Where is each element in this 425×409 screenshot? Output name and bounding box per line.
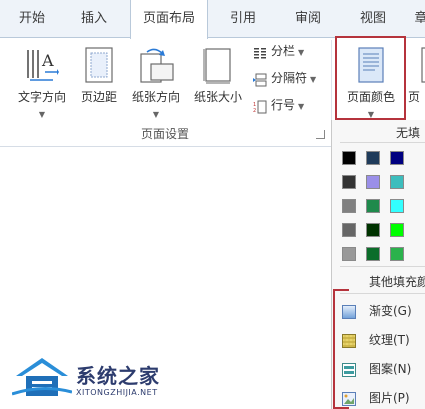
house-logo-icon <box>12 358 72 396</box>
pattern-label: 图案(N) <box>369 362 412 376</box>
color-swatch[interactable] <box>390 223 404 237</box>
tab-references[interactable]: 引用 <box>218 0 268 38</box>
color-swatch[interactable] <box>366 199 380 213</box>
color-swatch[interactable] <box>390 199 404 213</box>
dropdown-separator <box>340 142 425 143</box>
page-border-label: 页 <box>408 90 421 104</box>
dropdown-separator <box>340 266 425 267</box>
margins-button[interactable]: 页边距 <box>76 40 122 120</box>
columns-icon <box>253 45 267 59</box>
color-swatch[interactable] <box>366 151 380 165</box>
orientation-icon <box>137 46 175 88</box>
texture-label: 纹理(T) <box>369 333 410 347</box>
page-border-icon <box>420 46 425 88</box>
watermark-title: 系统之家 <box>76 364 160 388</box>
watermark-subtitle: XITONGZHIJIA.NET <box>76 388 158 397</box>
tab-insert[interactable]: 插入 <box>66 0 122 38</box>
ribbon-tab-bar: 开始 插入 页面布局 引用 审阅 视图 章 <box>0 0 425 39</box>
tab-home[interactable]: 开始 <box>6 0 58 38</box>
picture-label: 图片(P) <box>369 391 410 405</box>
color-swatch[interactable] <box>366 247 380 261</box>
dropdown-separator <box>340 293 425 294</box>
dialog-launcher-icon[interactable] <box>316 130 325 139</box>
paper-size-button[interactable]: 纸张大小 <box>190 40 246 120</box>
paper-size-icon <box>202 46 234 88</box>
chevron-down-icon[interactable]: ▼ <box>298 48 304 57</box>
tab-page-layout[interactable]: 页面布局 <box>130 0 208 39</box>
no-fill-option[interactable]: 无填 <box>396 124 420 141</box>
page-setup-group-label: 页面设置 <box>140 127 189 141</box>
color-swatch[interactable] <box>390 175 404 189</box>
tab-review[interactable]: 审阅 <box>280 0 336 38</box>
tab-view[interactable]: 视图 <box>348 0 398 38</box>
color-swatch[interactable] <box>342 247 356 261</box>
columns-label: 分栏 <box>271 44 296 58</box>
chevron-down-icon[interactable]: ▼ <box>310 75 316 84</box>
chevron-down-icon[interactable]: ▼ <box>298 102 304 111</box>
orientation-label: 纸张方向 <box>131 90 180 104</box>
margins-label: 页边距 <box>80 90 117 104</box>
line-numbers-icon: 1 2 <box>253 99 267 114</box>
margins-icon <box>84 46 114 88</box>
color-swatch[interactable] <box>342 199 356 213</box>
site-watermark: 系统之家 XITONGZHIJIA.NET <box>12 354 172 404</box>
breaks-icon <box>253 72 267 86</box>
color-swatch[interactable] <box>390 247 404 261</box>
chevron-down-icon[interactable]: ▼ <box>153 110 159 119</box>
page-border-button[interactable]: 页 <box>408 40 425 120</box>
gradient-label: 渐变(G) <box>369 304 412 318</box>
color-swatch[interactable] <box>342 151 356 165</box>
color-swatch[interactable] <box>390 151 404 165</box>
line-numbers-button[interactable]: 1 2 行号 ▼ <box>253 94 304 116</box>
color-swatch[interactable] <box>366 223 380 237</box>
svg-text:A: A <box>41 51 54 70</box>
page-color-highlight <box>335 36 406 120</box>
more-fill-colors-option[interactable]: 其他填充颜 <box>369 273 425 290</box>
chevron-down-icon[interactable]: ▼ <box>39 110 45 119</box>
columns-button[interactable]: 分栏 ▼ <box>253 40 304 62</box>
breaks-button[interactable]: 分隔符 ▼ <box>253 67 316 89</box>
orientation-button[interactable]: 纸张方向 ▼ <box>126 40 186 120</box>
ribbon-bottom-border <box>0 146 332 147</box>
text-direction-button[interactable]: A 文字方向 ▼ <box>10 40 74 120</box>
tab-chapter[interactable]: 章 <box>406 0 425 38</box>
text-direction-icon: A <box>25 46 59 88</box>
color-swatch[interactable] <box>342 175 356 189</box>
paper-size-label: 纸张大小 <box>193 90 242 104</box>
svg-text:2: 2 <box>253 108 256 114</box>
fill-effects-highlight <box>333 289 349 409</box>
text-direction-label: 文字方向 <box>17 90 66 104</box>
color-swatch[interactable] <box>342 223 356 237</box>
line-numbers-label: 行号 <box>271 98 296 112</box>
breaks-label: 分隔符 <box>271 71 308 85</box>
color-swatch[interactable] <box>366 175 380 189</box>
